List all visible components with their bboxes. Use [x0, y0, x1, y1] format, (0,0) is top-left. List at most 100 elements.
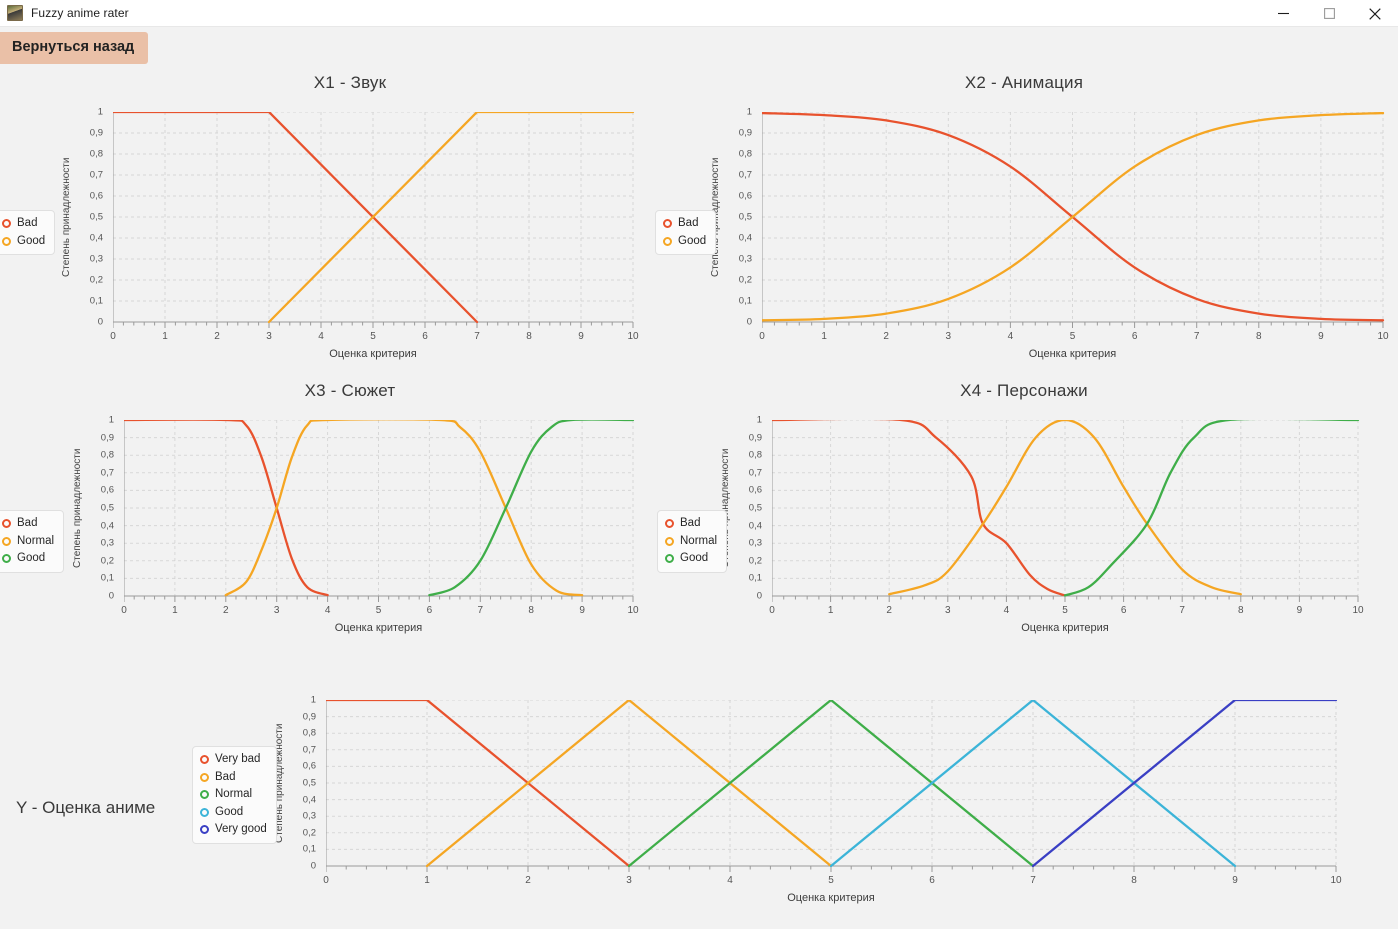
chart-x4: X4 - Персонажи 0 0,1 0,2 0,3 0,4 0,5 0,6 0,7 0,8 0… [650, 378, 1398, 678]
x-tick-label: 10 [627, 605, 639, 616]
y-tick-label: 0,1 [748, 572, 762, 584]
y-tick-label: 0,9 [302, 711, 316, 723]
legend-item[interactable]: Normal [665, 534, 718, 548]
window-title: Fuzzy anime rater [31, 6, 129, 20]
minimize-icon[interactable] [1260, 0, 1306, 27]
x-tick-label: 10 [627, 331, 639, 342]
app-icon [7, 5, 23, 21]
y-tick-label: 1 [746, 106, 752, 118]
legend-item[interactable]: Good [2, 552, 54, 565]
y-tick-label: 1 [108, 414, 114, 426]
y-tick-label: 0,6 [738, 190, 752, 202]
plot-area-x2: 0 0,1 0,2 0,3 0,4 0,5 0,6 0,7 0,8 0,9 1 0 1 2 3 4 5 6 7 8 9 1… [710, 107, 1389, 361]
legend-label: Very good [215, 823, 267, 835]
legend-label: Normal [17, 534, 55, 547]
legend-item[interactable]: Bad [200, 771, 267, 784]
x-tick-label: 7 [474, 331, 480, 342]
y-tick-label: 0,5 [89, 211, 103, 223]
chart-title-x3: X3 - Сюжет [304, 381, 396, 400]
y-tick-label: 0,6 [89, 190, 103, 202]
y-tick-label: 0,2 [738, 274, 752, 286]
y-tick-label: 0,4 [738, 232, 752, 244]
y-tick-label: 0,7 [100, 467, 114, 479]
x-tick-label: 6 [1131, 331, 1138, 342]
x-tick-label: 3 [626, 875, 632, 886]
y-tick-label: 0,3 [100, 537, 114, 549]
x-tick-label: 7 [477, 605, 484, 616]
y-tick-label: 0,2 [302, 827, 316, 839]
y-tick-label: 0,1 [100, 572, 114, 584]
legend-x4: Bad Normal Good [657, 510, 728, 573]
y-tick-label: 0,9 [738, 127, 752, 139]
y-tick-label: 0,1 [302, 843, 316, 855]
x-tick-label: 2 [223, 605, 229, 616]
y-tick-label: 0,7 [302, 744, 316, 756]
x-tick-label: 10 [1330, 875, 1342, 886]
x-tick-label: 1 [827, 605, 834, 616]
legend-marker-icon [2, 219, 11, 229]
x-tick-label: 4 [1007, 331, 1014, 342]
close-icon[interactable] [1352, 0, 1398, 27]
y-axis-label: Степень принадлежности [72, 448, 83, 568]
legend-item[interactable]: Bad [663, 217, 706, 230]
x-tick-label: 4 [1003, 605, 1010, 616]
legend-item[interactable]: Bad [2, 217, 45, 230]
y-tick-label: 1 [310, 694, 316, 706]
legend-marker-icon [665, 519, 674, 529]
legend-item[interactable]: Normal [2, 534, 55, 548]
x-tick-label: 8 [526, 331, 532, 342]
maximize-icon[interactable] [1306, 0, 1352, 27]
y-tick-label: 0,8 [89, 148, 103, 160]
legend-label: Bad [680, 517, 701, 529]
legend-marker-icon [2, 536, 11, 546]
legend-marker-icon [2, 554, 11, 564]
legend-label: Normal [680, 534, 718, 547]
legend-item[interactable]: Good [663, 235, 706, 248]
back-button[interactable]: Вернуться назад [0, 32, 149, 64]
y-axis-label: Степень принадлежности [61, 157, 72, 277]
x-axis-label: Оценка критерия [334, 622, 423, 634]
y-tick-label: 0,8 [738, 148, 752, 160]
y-tick-label: 0,5 [100, 502, 114, 514]
legend-item[interactable]: Good [2, 235, 45, 248]
legend-item[interactable]: Bad [2, 517, 54, 530]
y-tick-label: 0,1 [738, 295, 752, 307]
legend-item[interactable]: Normal [200, 788, 267, 801]
x-tick-label: 2 [214, 331, 220, 342]
y-tick-label: 0,8 [100, 449, 114, 461]
legend-marker-icon [2, 236, 11, 246]
plot-area-x4: 0 0,1 0,2 0,3 0,4 0,5 0,6 0,7 0,8 0,9 1 0 1 2 3 4 5 6 7 8 9 1… [720, 415, 1364, 635]
y-tick-label: 0,4 [100, 520, 114, 532]
y-tick-label: 0,5 [738, 211, 752, 223]
legend-item[interactable]: Good [665, 552, 717, 565]
y-tick-label: 0,1 [89, 295, 103, 307]
y-tick-label: 1 [756, 414, 762, 426]
legend-item[interactable]: Very bad [200, 753, 267, 766]
x-tick-label: 0 [323, 875, 329, 886]
legend-item[interactable]: Very good [200, 823, 267, 836]
plot-area-y: 0 0,1 0,2 0,3 0,4 0,5 0,6 0,7 0,8 0,9 1 0 1 2 3 4 5 6 7 8 9 1… [274, 695, 1342, 905]
x-tick-label: 4 [324, 605, 331, 616]
x-tick-label: 1 [821, 331, 827, 342]
legend-label: Bad [17, 217, 38, 229]
y-tick-label: 0,3 [89, 253, 103, 265]
chart-title-x2: X2 - Анимация [964, 73, 1084, 92]
legend-label: Good [680, 552, 709, 564]
y-tick-label: 0,6 [748, 484, 762, 496]
x-tick-label: 9 [579, 605, 585, 616]
legend-item[interactable]: Good [200, 805, 267, 819]
chart-y: Y - Оценка аниме 0 0,1 0,2 0,3 0,4 0,5 0,6 0,7 0,… [0, 688, 1398, 929]
y-tick-label: 0,3 [302, 810, 316, 822]
x-tick-label: 9 [1296, 605, 1303, 616]
legend-item[interactable]: Bad [665, 517, 717, 530]
y-tick-label: 0,7 [748, 467, 762, 479]
y-tick-label: 0,7 [738, 169, 752, 181]
plot-svg-x4 [772, 420, 1360, 602]
legend-marker-icon [663, 219, 672, 229]
x-tick-label: 5 [1069, 331, 1076, 342]
x-tick-label: 8 [1256, 331, 1262, 342]
x-tick-label: 0 [121, 605, 127, 616]
x-tick-label: 2 [886, 605, 892, 616]
legend-label: Good [215, 805, 244, 818]
x-tick-label: 4 [727, 875, 733, 886]
